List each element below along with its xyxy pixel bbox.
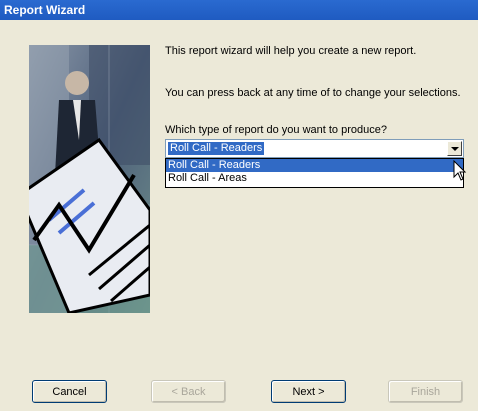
wizard-side-image bbox=[29, 45, 150, 313]
window-title: Report Wizard bbox=[0, 0, 478, 20]
dropdown-option-areas[interactable]: Roll Call - Areas bbox=[166, 172, 463, 185]
dropdown-button[interactable] bbox=[447, 141, 462, 156]
mouse-cursor-icon bbox=[453, 160, 467, 181]
report-type-label: Which type of report do you want to prod… bbox=[165, 124, 387, 136]
report-wizard-window: Report Wizard This report wizard will he… bbox=[0, 0, 478, 411]
back-button[interactable]: < Back bbox=[151, 380, 226, 403]
dropdown-option-readers[interactable]: Roll Call - Readers bbox=[166, 159, 463, 172]
report-type-combobox[interactable]: Roll Call - Readers bbox=[165, 139, 464, 158]
wizard-body: This report wizard will help you create … bbox=[0, 20, 478, 411]
finish-button[interactable]: Finish bbox=[388, 380, 463, 403]
cancel-button[interactable]: Cancel bbox=[32, 380, 107, 403]
report-type-selected-value: Roll Call - Readers bbox=[168, 142, 265, 155]
intro-text: This report wizard will help you create … bbox=[165, 45, 417, 57]
next-button[interactable]: Next > bbox=[271, 380, 346, 403]
chevron-down-icon bbox=[451, 147, 459, 151]
report-type-dropdown-list: Roll Call - Readers Roll Call - Areas bbox=[165, 158, 464, 188]
back-hint-text: You can press back at any time of to cha… bbox=[165, 87, 461, 99]
